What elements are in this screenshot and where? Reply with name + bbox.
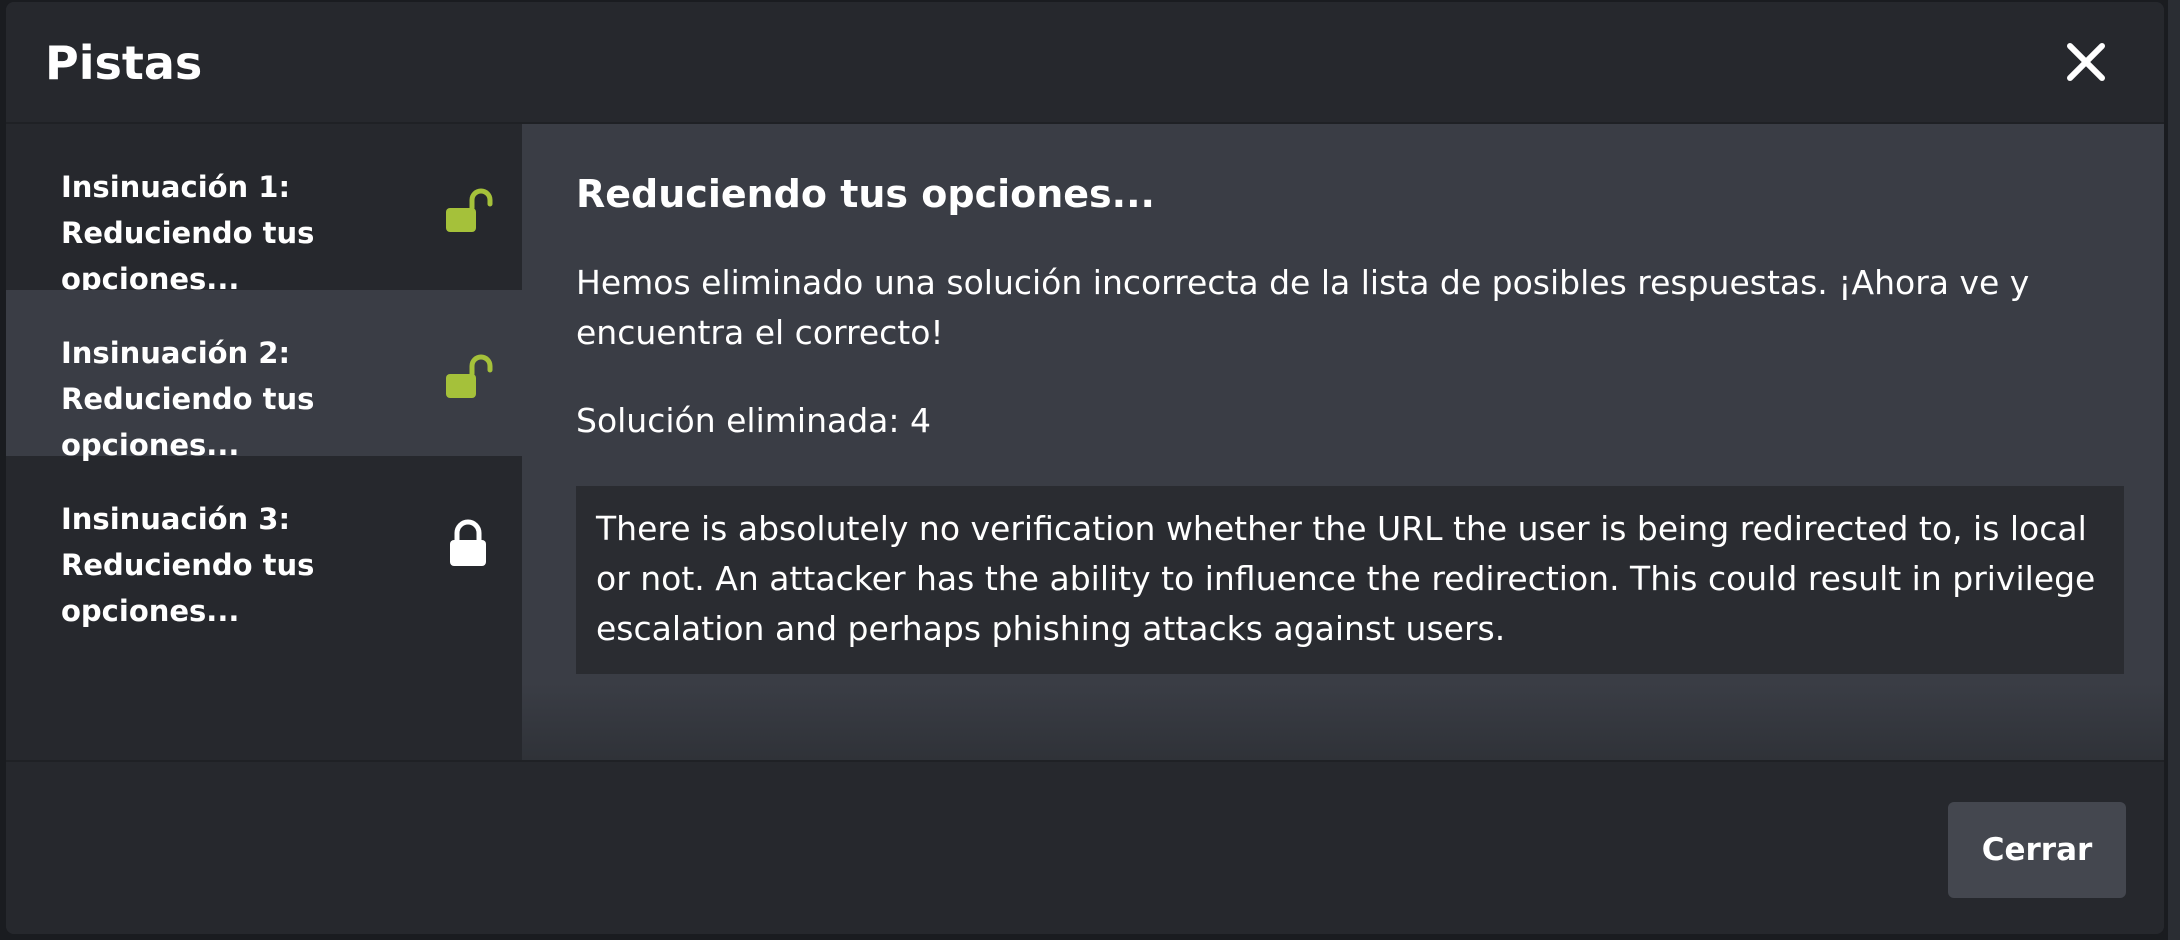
hint-list: Insinuación 1: Reduciendo tus opciones..… xyxy=(6,124,522,760)
close-button[interactable]: Cerrar xyxy=(1948,802,2126,898)
hint-label: Insinuación 2: Reduciendo tus opciones..… xyxy=(61,336,315,462)
modal-footer: Cerrar xyxy=(6,760,2164,934)
background-page-edge xyxy=(2168,0,2180,940)
hint-item-3[interactable]: Insinuación 3: Reduciendo tus opciones..… xyxy=(6,456,522,628)
locked-padlock-icon xyxy=(442,518,494,570)
explanation-text: There is absolutely no verification whet… xyxy=(596,509,2096,648)
hint-title: Reduciendo tus opciones... xyxy=(576,172,1155,216)
hint-label: Insinuación 3: Reduciendo tus opciones..… xyxy=(61,502,315,628)
explanation-box: There is absolutely no verification whet… xyxy=(576,486,2124,674)
unlocked-padlock-icon xyxy=(442,352,494,404)
solution-removed-text: Solución eliminada: 4 xyxy=(576,401,931,440)
unlocked-padlock-icon xyxy=(442,186,494,238)
hint-item-1[interactable]: Insinuación 1: Reduciendo tus opciones..… xyxy=(6,124,522,296)
close-icon[interactable] xyxy=(2056,32,2116,92)
hint-content-panel: Reduciendo tus opciones... Hemos elimina… xyxy=(522,124,2164,760)
modal-header: Pistas xyxy=(6,2,2164,124)
hint-item-2[interactable]: Insinuación 2: Reduciendo tus opciones..… xyxy=(6,290,522,462)
hints-modal: Pistas Insinuación 1: Reduciendo tus opc… xyxy=(6,2,2164,934)
hint-description: Hemos eliminado una solución incorrecta … xyxy=(576,263,2030,352)
modal-title: Pistas xyxy=(45,36,203,90)
hint-label: Insinuación 1: Reduciendo tus opciones..… xyxy=(61,170,315,296)
